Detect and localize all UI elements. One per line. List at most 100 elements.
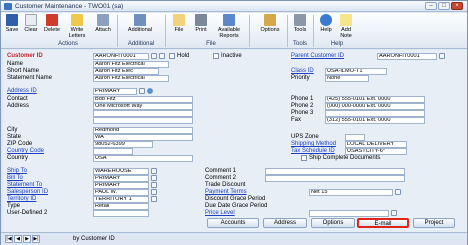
salesperson-id-field[interactable]: PAUL W. [93, 189, 149, 196]
maximize-button[interactable]: □ [438, 2, 450, 10]
priority-select[interactable]: None [325, 75, 369, 82]
lookup-icon[interactable] [391, 210, 397, 216]
address-button[interactable]: Address [263, 218, 307, 228]
parent-customer-id-field[interactable]: AARONFIT0001 [377, 53, 437, 60]
shipping-method-field[interactable]: LOCAL DELIVERY [345, 141, 407, 148]
group-tools: Tools [292, 41, 307, 47]
name-field[interactable]: Aaron Fitz Electrical [93, 61, 169, 68]
help-button[interactable]: Help [319, 14, 333, 40]
add-note-button[interactable]: Add Note [337, 14, 355, 40]
territory-id-link[interactable]: Territory ID [7, 196, 36, 202]
comment-2-field[interactable] [265, 175, 405, 182]
address-line-3-field[interactable] [93, 117, 193, 124]
user-defined-2-field[interactable] [93, 210, 149, 217]
parent-customer-id-link[interactable]: Parent Customer ID [291, 53, 344, 59]
ribbon-toolbar: Save Clear Delete Write Letters Attach A… [1, 13, 467, 49]
price-level-field[interactable] [309, 210, 389, 217]
lookup-icon[interactable] [439, 53, 445, 59]
ups-zone-field[interactable] [345, 134, 365, 141]
first-record-icon[interactable]: |◀ [5, 235, 13, 243]
ship-to-field[interactable]: WAREHOUSE [93, 168, 149, 175]
save-button[interactable]: Save [5, 14, 19, 40]
statement-name-label: Statement Name [7, 75, 53, 81]
fax-label: Fax [291, 117, 302, 123]
class-id-field[interactable]: USA-ILMO-T1 [325, 68, 387, 75]
note-icon[interactable] [159, 53, 165, 59]
write-letters-button[interactable]: Write Letters [65, 14, 89, 40]
available-reports-button[interactable]: Available Reports [213, 14, 245, 40]
address-id-field[interactable]: PRIMARY [93, 88, 137, 95]
lookup-icon[interactable] [151, 189, 157, 195]
clear-button[interactable]: Clear [23, 14, 39, 40]
bill-to-link[interactable]: Bill To [7, 175, 23, 181]
zip-field[interactable]: 98052-6399 [93, 141, 153, 148]
short-name-field[interactable]: Aaron Fitz Elec [93, 68, 159, 75]
close-button[interactable]: × [451, 2, 463, 10]
city-field[interactable]: Redmond [93, 127, 193, 134]
address-line-2-field[interactable] [93, 110, 193, 117]
tools-button[interactable]: Tools [291, 14, 309, 40]
salesperson-id-link[interactable]: Salesperson ID [7, 189, 48, 195]
lookup-icon[interactable] [151, 53, 157, 59]
inactive-checkbox[interactable] [213, 53, 219, 59]
phone-2-label: Phone 2 [291, 103, 314, 109]
statement-to-link[interactable]: Statement To [7, 182, 42, 188]
file-button[interactable]: File [171, 14, 187, 40]
contact-field[interactable]: Bob Fitz [93, 96, 193, 103]
customer-form: Customer ID AARONFIT0001 Hold Inactive N… [3, 50, 467, 232]
payment-terms-link[interactable]: Payment Terms [205, 189, 247, 195]
globe-icon[interactable] [147, 88, 153, 94]
project-button[interactable]: Project [413, 218, 455, 228]
additional-button[interactable]: Additional [121, 14, 159, 40]
price-level-link[interactable]: Price Level [205, 210, 235, 216]
fax-field[interactable]: (312) 555-0101 Ext. 0000 [325, 117, 425, 124]
state-label: State [7, 134, 22, 140]
phone-1-field[interactable]: (425) 555-0101 Ext. 0000 [325, 96, 425, 103]
hold-checkbox[interactable] [169, 53, 175, 59]
customer-id-field[interactable]: AARONFIT0001 [93, 53, 149, 60]
address-id-link[interactable]: Address ID [7, 88, 37, 94]
delete-button[interactable]: Delete [42, 14, 62, 40]
phone-2-field[interactable]: (000) 000-0000 Ext. 0000 [325, 103, 425, 110]
country-code-link[interactable]: Country Code [7, 148, 44, 154]
lookup-icon[interactable] [151, 182, 157, 188]
next-record-icon[interactable]: ▶ [23, 235, 31, 243]
attach-button[interactable]: Attach [93, 14, 113, 40]
phone-3-field[interactable] [325, 110, 425, 117]
lookup-icon[interactable] [151, 175, 157, 181]
lookup-icon[interactable] [139, 88, 145, 94]
country-field[interactable]: USA [93, 155, 193, 162]
options-form-button[interactable]: Options [311, 218, 355, 228]
ship-to-link[interactable]: Ship To [7, 168, 27, 174]
minimize-button[interactable]: – [425, 2, 437, 10]
sort-order-select[interactable]: by Customer ID [73, 236, 115, 242]
ups-zone-label: UPS Zone [291, 134, 319, 140]
country-code-field[interactable] [93, 148, 133, 155]
statement-to-field[interactable]: PRIMARY [93, 182, 149, 189]
ship-complete-checkbox[interactable] [301, 155, 307, 161]
previous-record-icon[interactable]: ◀ [14, 235, 22, 243]
print-button[interactable]: Print [193, 14, 209, 40]
class-id-link[interactable]: Class ID [291, 68, 314, 74]
payment-terms-field[interactable]: Net 15 [309, 189, 393, 196]
lookup-icon[interactable] [395, 189, 401, 195]
lookup-icon[interactable] [151, 196, 157, 202]
comment-1-label: Comment 1 [205, 168, 237, 174]
address-label: Address [7, 103, 30, 109]
accounts-button[interactable]: Accounts [207, 218, 259, 228]
territory-id-field[interactable]: TERRITORY 1 [93, 196, 149, 203]
options-button[interactable]: Options [257, 14, 283, 40]
email-button[interactable]: E-mail [357, 218, 409, 228]
lookup-icon[interactable] [151, 168, 157, 174]
tax-schedule-id-field[interactable]: USASTCITY-6* [345, 148, 407, 155]
shipping-method-link[interactable]: Shipping Method [291, 141, 336, 147]
last-record-icon[interactable]: ▶| [32, 235, 40, 243]
customer-id-label: Customer ID [7, 53, 43, 59]
type-field[interactable]: Retail [93, 203, 149, 210]
address-line-1-field[interactable]: One Microsoft Way [93, 103, 193, 110]
comment-1-field[interactable] [265, 168, 405, 175]
state-field[interactable]: WA [93, 134, 193, 141]
bill-to-field[interactable]: PRIMARY [93, 175, 149, 182]
tax-schedule-id-link[interactable]: Tax Schedule ID [291, 148, 335, 154]
statement-name-field[interactable]: Aaron Fitz Electrical [93, 75, 169, 82]
